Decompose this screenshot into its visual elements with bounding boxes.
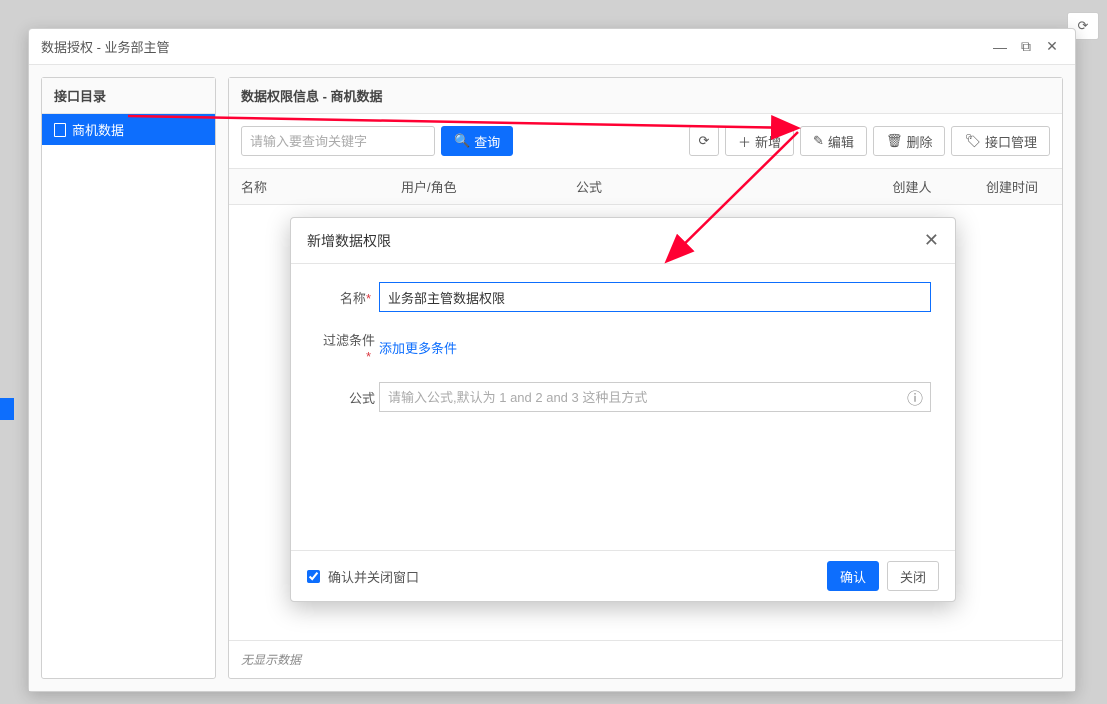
edit-label: 编辑 bbox=[828, 132, 854, 151]
col-creator: 创建人 bbox=[862, 177, 962, 196]
api-mgmt-button[interactable]: 🏷 接口管理 bbox=[951, 126, 1050, 156]
name-input[interactable] bbox=[379, 282, 931, 312]
add-button[interactable]: ＋ 新增 bbox=[725, 126, 794, 156]
refresh-list-button[interactable]: ⟳ bbox=[689, 126, 719, 156]
dialog-close-icon[interactable]: ✕ bbox=[924, 230, 939, 251]
table-header: 名称 用户/角色 公式 创建人 创建时间 bbox=[229, 168, 1062, 205]
sidebar: 接口目录 商机数据 bbox=[41, 77, 216, 679]
window-title: 数据授权 - 业务部主管 bbox=[41, 37, 985, 56]
search-icon: 🔍 bbox=[454, 133, 470, 149]
add-permission-dialog: 新增数据权限 ✕ 名称* 过滤条件* 添加更多条件 公式 ⓘ 确认并关 bbox=[290, 217, 956, 602]
confirm-close-label: 确认并关闭窗口 bbox=[328, 567, 419, 586]
content-header: 数据权限信息 - 商机数据 bbox=[229, 78, 1062, 114]
empty-text: 无显示数据 bbox=[229, 640, 1062, 678]
add-label: 新增 bbox=[755, 132, 781, 151]
minimize-icon[interactable]: — bbox=[989, 36, 1011, 58]
refresh-icon: ⟳ bbox=[699, 133, 710, 149]
col-formula: 公式 bbox=[564, 177, 862, 196]
title-bar: 数据授权 - 业务部主管 — ⧉ ✕ bbox=[29, 29, 1075, 65]
dialog-footer: 确认并关闭窗口 确认 关闭 bbox=[291, 550, 955, 601]
form-row-filter: 过滤条件* 添加更多条件 bbox=[315, 330, 931, 364]
tag-icon: 🏷 bbox=[964, 133, 981, 149]
form-row-formula: 公式 ⓘ bbox=[315, 382, 931, 412]
sidebar-item-label: 商机数据 bbox=[72, 120, 124, 139]
search-input[interactable] bbox=[241, 126, 435, 156]
formula-label: 公式 bbox=[315, 388, 379, 407]
info-icon[interactable]: ⓘ bbox=[907, 385, 923, 409]
form-row-name: 名称* bbox=[315, 282, 931, 312]
add-condition-link[interactable]: 添加更多条件 bbox=[379, 338, 457, 357]
filter-label: 过滤条件* bbox=[315, 330, 379, 364]
delete-label: 删除 bbox=[906, 132, 932, 151]
delete-button[interactable]: 🗑 删除 bbox=[873, 126, 946, 156]
sidebar-item-commerce-data[interactable]: 商机数据 bbox=[42, 114, 215, 145]
refresh-icon: ⟳ bbox=[1078, 18, 1089, 34]
search-button[interactable]: 🔍 查询 bbox=[441, 126, 513, 156]
sidebar-header: 接口目录 bbox=[42, 78, 215, 114]
plus-icon: ＋ bbox=[738, 132, 751, 151]
cancel-button[interactable]: 关闭 bbox=[887, 561, 939, 591]
dialog-title-bar: 新增数据权限 ✕ bbox=[291, 218, 955, 264]
toolbar: 🔍 查询 ⟳ ＋ 新增 ✎ 编辑 🗑 删除 bbox=[229, 114, 1062, 168]
confirm-close-checkbox[interactable] bbox=[307, 570, 320, 583]
search-label: 查询 bbox=[474, 132, 500, 151]
formula-input[interactable] bbox=[379, 382, 931, 412]
col-name: 名称 bbox=[229, 177, 389, 196]
col-time: 创建时间 bbox=[962, 177, 1062, 196]
dialog-title: 新增数据权限 bbox=[307, 231, 924, 251]
col-user: 用户/角色 bbox=[389, 177, 564, 196]
ok-button[interactable]: 确认 bbox=[827, 561, 879, 591]
maximize-icon[interactable]: ⧉ bbox=[1015, 36, 1037, 58]
sidebar-indicator bbox=[0, 398, 14, 420]
name-label: 名称* bbox=[315, 288, 379, 307]
required-indicator: * bbox=[366, 291, 371, 306]
trash-icon: 🗑 bbox=[886, 133, 903, 149]
edit-icon: ✎ bbox=[813, 133, 824, 149]
file-icon bbox=[54, 123, 66, 137]
close-icon[interactable]: ✕ bbox=[1041, 36, 1063, 58]
edit-button[interactable]: ✎ 编辑 bbox=[800, 126, 867, 156]
dialog-body: 名称* 过滤条件* 添加更多条件 公式 ⓘ bbox=[291, 264, 955, 550]
required-indicator: * bbox=[366, 349, 371, 364]
api-label: 接口管理 bbox=[985, 132, 1037, 151]
